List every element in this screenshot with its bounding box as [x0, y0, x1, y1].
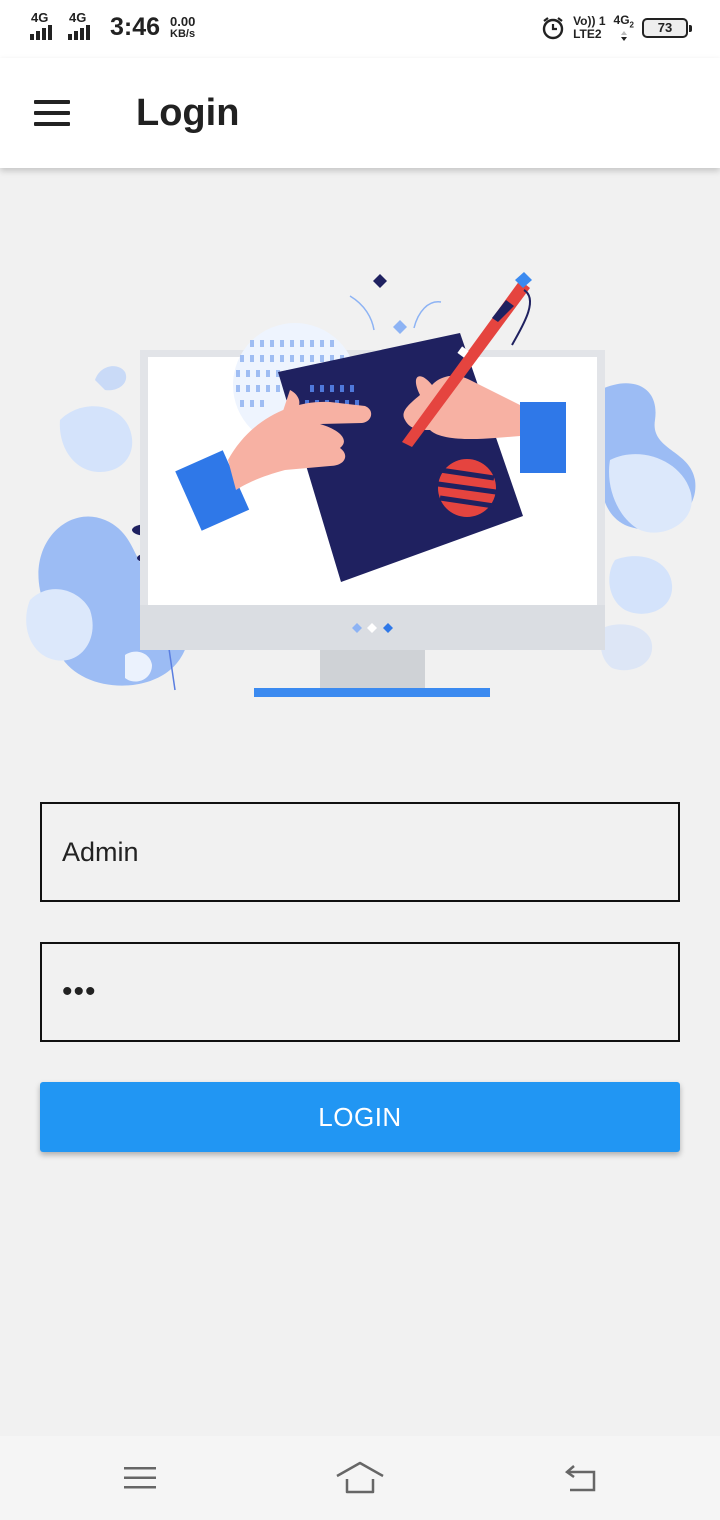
status-bar: 4G 4G 3:46 0.00 KB/s Vo)) 1 LTE2 4G2 73: [0, 0, 720, 58]
recent-apps-icon[interactable]: [110, 1454, 170, 1502]
status-bar-right: Vo)) 1 LTE2 4G2 73: [541, 13, 692, 42]
lte-label: LTE2: [573, 26, 602, 41]
login-button-label: LOGIN: [318, 1101, 402, 1132]
battery-level: 73: [657, 20, 673, 36]
home-icon[interactable]: [330, 1454, 390, 1502]
battery-icon: 73: [642, 17, 692, 38]
data-activity-icon: [620, 31, 627, 42]
status-time: 3:46: [110, 13, 161, 41]
sim1-network-label: 4G: [31, 10, 49, 25]
right-leaves: [599, 383, 696, 671]
network-speed: 0.00 KB/s: [170, 14, 196, 40]
data-network-label: 4G: [613, 13, 630, 27]
hamburger-menu-icon[interactable]: [24, 88, 80, 138]
data-network-sub: 2: [629, 20, 634, 30]
sim2-signal-icon: 4G: [68, 10, 98, 40]
volte-indicator: Vo)) 1 LTE2: [573, 13, 606, 41]
login-button[interactable]: LOGIN: [40, 1082, 680, 1152]
network-speed-unit: KB/s: [170, 28, 196, 40]
data-network-indicator: 4G2: [613, 13, 634, 42]
password-value: •••: [62, 975, 97, 1008]
page-title: Login: [136, 92, 240, 134]
alarm-icon: [542, 16, 564, 39]
password-input[interactable]: •••: [40, 942, 680, 1042]
login-illustration: [26, 272, 696, 697]
app-bar: Login: [0, 58, 720, 168]
sim2-network-label: 4G: [69, 10, 87, 25]
network-speed-value: 0.00: [170, 14, 196, 29]
system-nav-bar: [0, 1436, 720, 1520]
status-bar-left: 4G 4G 3:46 0.00 KB/s: [30, 10, 196, 41]
sim1-signal-icon: 4G: [30, 10, 60, 40]
sim-slot-label: 1: [598, 13, 606, 28]
username-value: Admin: [62, 836, 139, 867]
back-icon[interactable]: [550, 1454, 610, 1502]
username-input[interactable]: Admin: [40, 802, 680, 902]
volte-label: Vo)): [573, 13, 596, 28]
floating-shapes: [349, 274, 442, 334]
